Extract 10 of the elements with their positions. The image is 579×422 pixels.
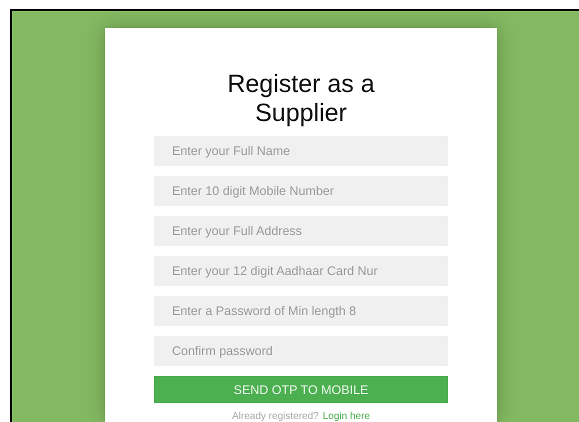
- input-field[interactable]: Confirm password: [154, 336, 448, 366]
- registered-prompt: Already registered?: [232, 411, 319, 422]
- input-field[interactable]: Enter 10 digit Mobile Number: [154, 176, 448, 206]
- input-field[interactable]: Enter your Full Address: [154, 216, 448, 246]
- login-link[interactable]: Login here: [322, 411, 370, 422]
- input-field[interactable]: Enter your Full Name: [154, 136, 448, 166]
- form-title: Register as a Supplier: [226, 70, 376, 128]
- input-field[interactable]: Enter your 12 digit Aadhaar Card Nur: [154, 256, 448, 286]
- send-otp-button[interactable]: SEND OTP TO MOBILE: [154, 376, 448, 403]
- input-field[interactable]: Enter a Password of Min length 8: [154, 296, 448, 326]
